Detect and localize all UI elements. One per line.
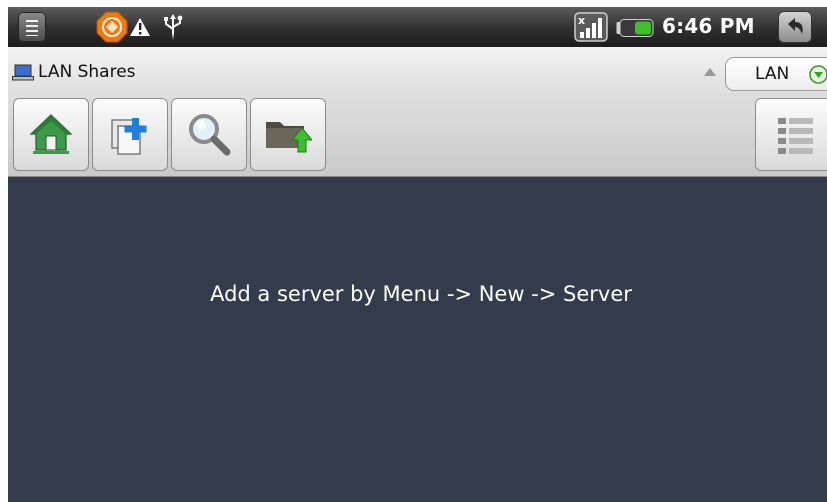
page-title: LAN Shares	[38, 62, 136, 82]
status-bar: x 6:46 PM	[8, 7, 827, 47]
hazard-icon	[96, 11, 128, 43]
location-dropdown[interactable]: LAN	[725, 57, 827, 91]
empty-state-message: Add a server by Menu -> New -> Server	[210, 282, 632, 306]
list-view-icon	[778, 118, 813, 154]
svg-text:x: x	[578, 14, 585, 27]
search-icon	[189, 114, 231, 156]
clock: 6:46 PM	[662, 14, 755, 38]
back-icon[interactable]	[778, 11, 812, 43]
scroll-up-icon[interactable]	[704, 68, 716, 76]
signal-icon: x	[574, 12, 608, 42]
toolbar	[8, 96, 827, 177]
usb-icon	[164, 14, 183, 40]
location-dropdown-label: LAN	[755, 64, 790, 84]
server-list-area: Add a server by Menu -> New -> Server	[8, 177, 827, 502]
warning-icon	[130, 18, 150, 36]
chevron-down-icon	[809, 65, 827, 84]
screen: x 6:46 PM LAN Shares LAN Add a server by…	[8, 7, 827, 502]
new-button[interactable]	[92, 98, 168, 171]
menu-icon[interactable]	[18, 12, 46, 42]
title-bar: LAN Shares LAN	[8, 47, 827, 97]
search-button[interactable]	[171, 98, 247, 171]
home-button[interactable]	[13, 98, 89, 171]
laptop-icon	[12, 64, 34, 81]
battery-icon	[616, 19, 654, 37]
folder-up-button[interactable]	[250, 98, 326, 171]
list-view-button[interactable]	[755, 98, 827, 171]
folder-up-icon	[266, 122, 312, 153]
home-icon	[29, 114, 73, 154]
new-copy-icon	[111, 118, 147, 155]
